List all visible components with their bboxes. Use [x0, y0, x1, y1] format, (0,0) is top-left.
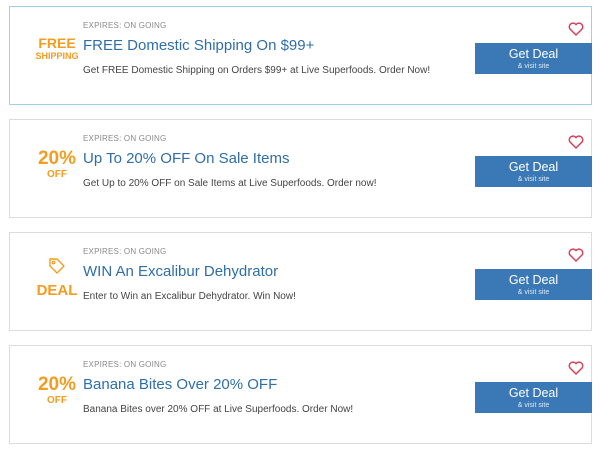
heart-outline-icon[interactable]: [568, 22, 584, 36]
deal-description: Enter to Win an Excalibur Dehydrator. Wi…: [83, 291, 296, 302]
get-deal-label: Get Deal: [508, 273, 559, 287]
deal-card: DEAL EXPIRES: ON GOING WIN An Excalibur …: [9, 232, 592, 331]
expires-label: EXPIRES: ON GOING: [83, 134, 167, 143]
deal-card: 20% OFF EXPIRES: ON GOING Up To 20% OFF …: [9, 119, 592, 218]
deal-title[interactable]: WIN An Excalibur Dehydrator: [83, 263, 278, 280]
visit-site-label: & visit site: [517, 62, 550, 70]
get-deal-button[interactable]: Get Deal & visit site: [475, 156, 592, 187]
visit-site-label: & visit site: [517, 175, 550, 183]
get-deal-button[interactable]: Get Deal & visit site: [475, 382, 592, 413]
heart-outline-icon[interactable]: [568, 248, 584, 262]
deal-title[interactable]: FREE Domestic Shipping On $99+: [83, 37, 314, 54]
heart-outline-icon[interactable]: [568, 135, 584, 149]
deal-description: Banana Bites over 20% OFF at Live Superf…: [83, 404, 354, 415]
deal-title[interactable]: Up To 20% OFF On Sale Items: [83, 150, 289, 167]
get-deal-label: Get Deal: [508, 160, 559, 174]
deal-description: Get Up to 20% OFF on Sale Items at Live …: [83, 178, 377, 189]
tag-icon: [49, 258, 65, 274]
deal-title[interactable]: Banana Bites Over 20% OFF: [83, 376, 277, 393]
expires-label: EXPIRES: ON GOING: [83, 360, 167, 369]
visit-site-label: & visit site: [517, 401, 550, 409]
get-deal-label: Get Deal: [508, 386, 559, 400]
deal-card: 20% OFF EXPIRES: ON GOING Banana Bites O…: [9, 345, 592, 444]
visit-site-label: & visit site: [517, 288, 550, 296]
expires-label: EXPIRES: ON GOING: [83, 247, 167, 256]
deal-card: FREE SHIPPING EXPIRES: ON GOING FREE Dom…: [9, 6, 592, 105]
deal-description: Get FREE Domestic Shipping on Orders $99…: [83, 65, 431, 76]
heart-outline-icon[interactable]: [568, 361, 584, 375]
deal-list: FREE SHIPPING EXPIRES: ON GOING FREE Dom…: [0, 0, 600, 449]
get-deal-button[interactable]: Get Deal & visit site: [475, 43, 592, 74]
get-deal-label: Get Deal: [508, 47, 559, 61]
expires-label: EXPIRES: ON GOING: [83, 21, 167, 30]
get-deal-button[interactable]: Get Deal & visit site: [475, 269, 592, 300]
